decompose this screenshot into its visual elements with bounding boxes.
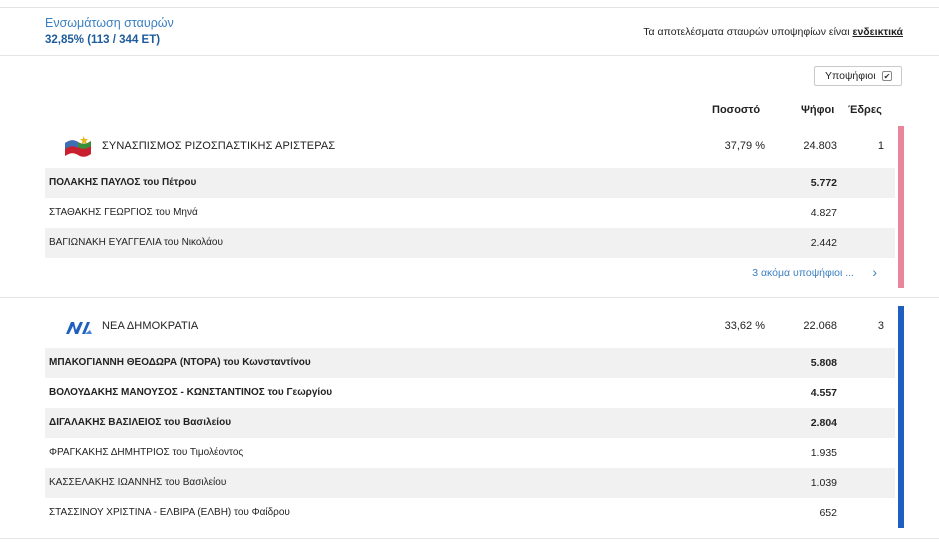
- party-block-syriza: ΣΥΝΑΣΠΙΣΜΟΣ ΡΙΖΟΣΠΑΣΤΙΚΗΣ ΑΡΙΣΤΕΡΑΣ 37,7…: [45, 126, 895, 288]
- candidate-name: ΒΑΓΙΩΝΑΚΗ ΕΥΑΓΓΕΛΙΑ του Νικολάου: [49, 237, 223, 248]
- party-percent: 37,79 %: [724, 140, 765, 152]
- party-row[interactable]: ΣΥΝΑΣΠΙΣΜΟΣ ΡΙΖΟΣΠΑΣΤΙΚΗΣ ΑΡΙΣΤΕΡΑΣ 37,7…: [45, 126, 895, 168]
- top-divider: [0, 7, 939, 8]
- candidate-row: ΣΤΑΣΣΙΝΟΥ ΧΡΙΣΤΙΝΑ - ΕΛΒΙΡΑ (ΕΛΒΗ) του Φ…: [45, 498, 895, 528]
- candidate-row: ΠΟΛΑΚΗΣ ΠΑΥΛΟΣ του Πέτρου 5.772: [45, 168, 895, 198]
- syriza-flag-logo: [65, 136, 91, 157]
- candidate-name: ΜΠΑΚΟΓΙΑΝΝΗ ΘΕΟΔΩΡΑ (ΝΤΟΡΑ) του Κωνσταντ…: [49, 357, 311, 368]
- column-header-percent: Ποσοστό: [712, 104, 761, 116]
- party-percent: 33,62 %: [724, 320, 765, 332]
- candidate-row: ΚΑΣΣΕΛΑΚΗΣ ΙΩΑΝΝΗΣ του Βασιλείου 1.039: [45, 468, 895, 498]
- candidate-row: ΒΑΓΙΩΝΑΚΗ ΕΥΑΓΓΕΛΙΑ του Νικολάου 2.442: [45, 228, 895, 258]
- indicative-notice: Τα αποτελέσματα σταυρών υποψηφίων είναι …: [643, 26, 903, 38]
- candidate-votes: 5.808: [810, 357, 837, 369]
- party-votes: 24.803: [803, 140, 837, 152]
- candidate-row: ΦΡΑΓΚΑΚΗΣ ΔΗΜΗΤΡΙΟΣ του Τιμολέοντος 1.93…: [45, 438, 895, 468]
- party-name: ΣΥΝΑΣΠΙΣΜΟΣ ΡΙΖΟΣΠΑΣΤΙΚΗΣ ΑΡΙΣΤΕΡΑΣ: [102, 140, 336, 152]
- candidate-votes: 2.442: [810, 237, 837, 249]
- more-candidates-link[interactable]: 3 ακόμα υποψήφιοι ...: [752, 267, 854, 279]
- column-header-votes: Ψήφοι: [801, 104, 835, 116]
- candidate-row: ΒΟΛΟΥΔΑΚΗΣ ΜΑΝΟΥΣΟΣ - ΚΩΝΣΤΑΝΤΙΝΟΣ του Γ…: [45, 378, 895, 408]
- candidate-votes: 4.827: [810, 207, 837, 219]
- checkbox-icon[interactable]: ✔: [882, 71, 892, 81]
- party-row[interactable]: ΝΕΑ ΔΗΜΟΚΡΑΤΙΑ 33,62 % 22.068 3: [45, 306, 895, 348]
- indicative-link[interactable]: ενδεικτικά: [852, 26, 903, 38]
- notice-text: Τα αποτελέσματα σταυρών υποψηφίων είναι: [643, 26, 853, 38]
- counting-value: 32,85% (113 / 344 ΕΤ): [45, 34, 161, 46]
- candidate-votes: 1.935: [810, 447, 837, 459]
- bottom-divider: [0, 538, 939, 539]
- counting-label: Ενσωμάτωση σταυρών: [45, 16, 174, 30]
- candidate-name: ΚΑΣΣΕΛΑΚΗΣ ΙΩΑΝΝΗΣ του Βασιλείου: [49, 477, 227, 488]
- party-votes: 22.068: [803, 320, 837, 332]
- candidate-row: ΜΠΑΚΟΓΙΑΝΝΗ ΘΕΟΔΩΡΑ (ΝΤΟΡΑ) του Κωνσταντ…: [45, 348, 895, 378]
- party-divider: [0, 297, 939, 298]
- candidate-name: ΣΤΑΣΣΙΝΟΥ ΧΡΙΣΤΙΝΑ - ΕΛΒΙΡΑ (ΕΛΒΗ) του Φ…: [49, 507, 290, 518]
- party-color-bar-syriza: [898, 126, 904, 288]
- more-candidates: 3 ακόμα υποψήφιοι ... ›: [45, 258, 895, 288]
- counting-progress: Ενσωμάτωση σταυρών 32,85% (113 / 344 ΕΤ): [45, 16, 174, 48]
- candidate-votes: 4.557: [810, 387, 837, 399]
- candidate-row: ΔΙΓΑΛΑΚΗΣ ΒΑΣΙΛΕΙΟΣ του Βασιλείου 2.804: [45, 408, 895, 438]
- candidate-name: ΠΟΛΑΚΗΣ ΠΑΥΛΟΣ του Πέτρου: [49, 177, 197, 188]
- party-block-nd: ΝΕΑ ΔΗΜΟΚΡΑΤΙΑ 33,62 % 22.068 3 ΜΠΑΚΟΓΙΑ…: [45, 306, 895, 528]
- candidate-name: ΔΙΓΑΛΑΚΗΣ ΒΑΣΙΛΕΙΟΣ του Βασιλείου: [49, 417, 232, 428]
- candidates-toggle-label: Υποψήφιοι: [825, 70, 876, 82]
- party-seats: 3: [877, 320, 884, 332]
- candidate-name: ΣΤΑΘΑΚΗΣ ΓΕΩΡΓΙΟΣ του Μηνά: [49, 207, 198, 218]
- candidate-votes: 652: [819, 507, 837, 519]
- header-divider: [0, 55, 939, 56]
- candidate-votes: 2.804: [810, 417, 837, 429]
- candidate-votes: 1.039: [810, 477, 837, 489]
- party-name: ΝΕΑ ΔΗΜΟΚΡΑΤΙΑ: [102, 320, 199, 332]
- column-header-seats: Έδρες: [848, 104, 882, 116]
- candidates-toggle[interactable]: Υποψήφιοι ✔: [814, 66, 902, 86]
- party-seats: 1: [877, 140, 884, 152]
- candidate-name: ΦΡΑΓΚΑΚΗΣ ΔΗΜΗΤΡΙΟΣ του Τιμολέοντος: [49, 447, 244, 458]
- nd-logo: [66, 322, 92, 334]
- candidate-votes: 5.772: [810, 177, 837, 189]
- candidate-row: ΣΤΑΘΑΚΗΣ ΓΕΩΡΓΙΟΣ του Μηνά 4.827: [45, 198, 895, 228]
- candidate-name: ΒΟΛΟΥΔΑΚΗΣ ΜΑΝΟΥΣΟΣ - ΚΩΝΣΤΑΝΤΙΝΟΣ του Γ…: [49, 387, 333, 398]
- chevron-right-icon[interactable]: ›: [872, 264, 877, 280]
- party-color-bar-nd: [898, 306, 904, 528]
